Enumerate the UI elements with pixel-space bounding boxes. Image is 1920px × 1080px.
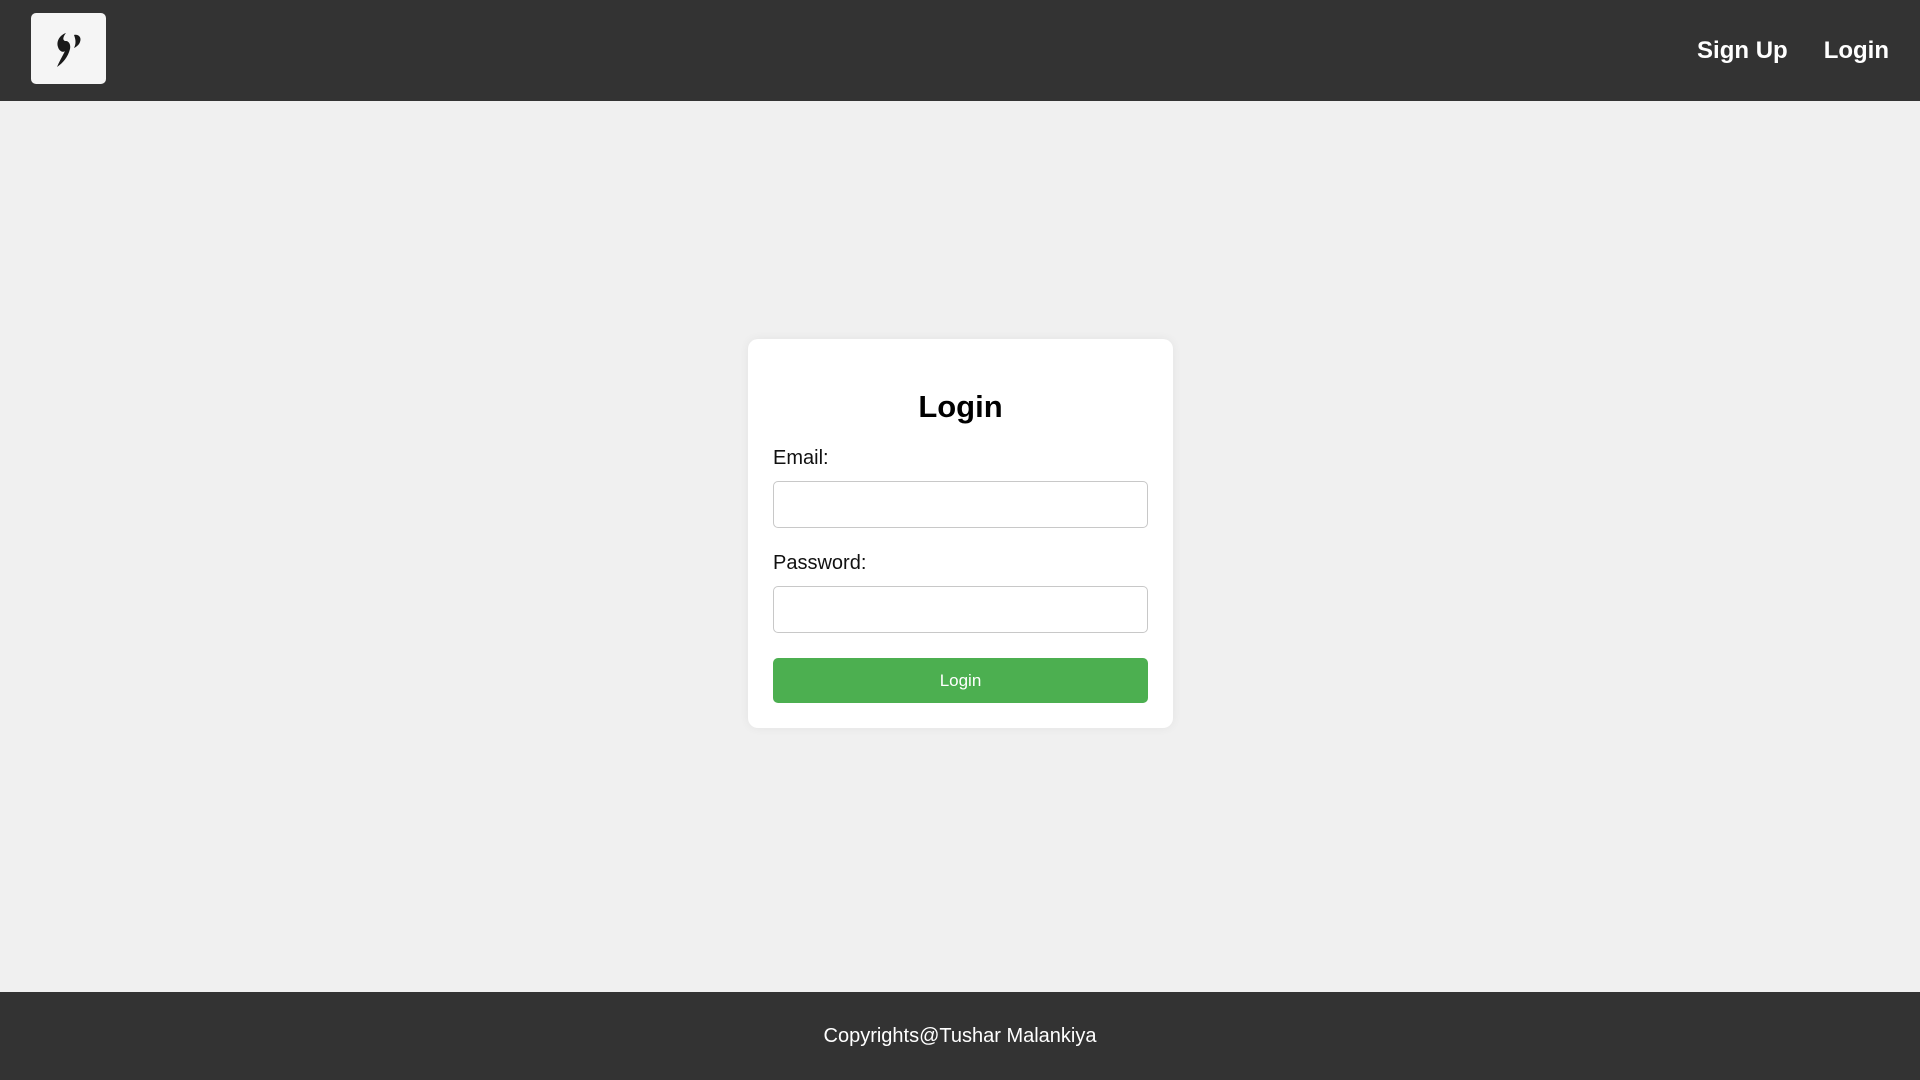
navbar: Sign Up Login	[0, 0, 1920, 101]
footer: Copyrights@Tushar Malankiya	[0, 992, 1920, 1080]
logo[interactable]	[31, 13, 106, 84]
nav-links: Sign Up Login	[1661, 0, 1889, 101]
flame-icon	[56, 32, 81, 67]
password-field[interactable]	[773, 586, 1148, 633]
login-submit-button[interactable]: Login	[773, 658, 1148, 703]
copyright-text: Copyrights@Tushar Malankiya	[823, 1024, 1097, 1047]
email-field[interactable]	[773, 481, 1148, 528]
nav-signup-link[interactable]: Sign Up	[1697, 37, 1788, 65]
login-title: Login	[918, 389, 1003, 424]
login-card: Login Email: Password: Login	[748, 339, 1173, 728]
nav-login-link[interactable]: Login	[1824, 37, 1889, 65]
email-label: Email:	[773, 447, 829, 469]
password-label: Password:	[773, 552, 867, 574]
